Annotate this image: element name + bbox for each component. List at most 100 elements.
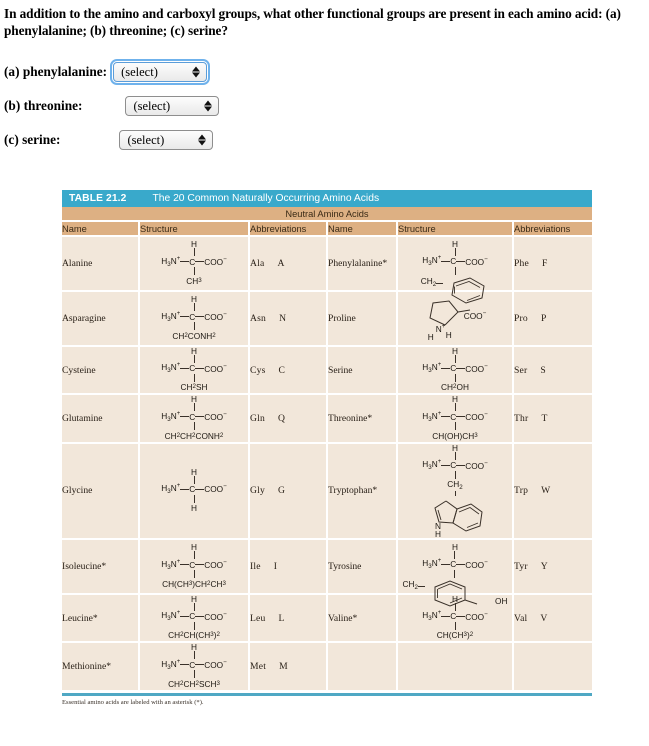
table-title-bar: TABLE 21.2 The 20 Common Naturally Occur… — [62, 190, 592, 207]
cell-abbreviations: Thr T — [514, 395, 592, 444]
cell-name: Phenylalanine* — [328, 237, 398, 292]
structure-serine: H H3N+ C COO− CH 2 OH — [422, 346, 488, 393]
answer-label-a: (a) phenylalanine: — [4, 64, 108, 79]
cell-abbreviations: Trp W — [514, 443, 592, 540]
select-spinner-icon-c — [198, 134, 207, 146]
structure-valine: H H3N+ C COO− CH(CH 3) 2 — [422, 593, 488, 641]
table-row: Asparagine H H3N+ C COO− CH 2 CONH 2 Asn N Proline C… — [62, 292, 592, 347]
cell-name: Glycine — [62, 443, 140, 540]
structure-threonine: H H3N+ C COO− CH(OH)CH 3 — [422, 394, 488, 441]
structure-proline: COO− N+ H H — [424, 299, 486, 341]
select-value-b: (select) — [133, 98, 171, 113]
table-body: Name Structure Abbreviations Name Struct… — [62, 222, 592, 692]
select-wrap-c: (select) — [119, 130, 214, 150]
structure-leucine: H H3N+ C COO− CH 2 CH(CH 3) 2 — [161, 593, 227, 641]
table-header-row: Name Structure Abbreviations Name Struct… — [62, 222, 592, 237]
structure-isoleucine: H H3N+ C COO− CH(CH 3)CH 2 CH 3 — [161, 542, 227, 589]
table-row: Glycine H H3N+ C COO− H Gly G Tryptophan* H H3N+ C C… — [62, 444, 592, 540]
select-phenylalanine[interactable]: (select) — [110, 59, 211, 85]
structure-methionine: H H3N+ C COO− CH 2 CH 2 SCH 3 — [161, 642, 227, 689]
table-caption: The 20 Common Naturally Occurring Amino … — [152, 193, 380, 204]
structure-alanine: H H3N+ C COO− CH 3 — [161, 239, 227, 286]
cell-structure: H H3N+ C COO− CH2 N H — [398, 444, 514, 540]
amino-acid-table: TABLE 21.2 The 20 Common Naturally Occur… — [62, 190, 592, 706]
structure-cysteine: H H3N+ C COO− CH 2 SH — [161, 346, 227, 393]
cell-name: Cysteine — [62, 347, 140, 396]
cell-structure: H H3N+ C COO− CH(OH)CH 3 — [398, 394, 514, 444]
cell-abbreviations: Gln Q — [250, 395, 328, 444]
table-rows: Alanine H H3N+ C COO− CH 3 Ala A Phenylalanine* H H… — [62, 237, 592, 692]
structure-glycine: H H3N+ C COO− H — [161, 466, 227, 513]
cell-abbreviations: Leu L — [250, 594, 328, 644]
answer-row-a: (a) phenylalanine: (select) — [0, 55, 649, 89]
cell-name: Glutamine — [62, 395, 140, 444]
cell-name: Alanine — [62, 237, 140, 292]
structure-glutamine: H H3N+ C COO− CH 2 CH 2 CONH 2 — [161, 394, 227, 441]
select-threonine[interactable]: (select) — [125, 96, 220, 116]
col-header-name-2: Name — [328, 222, 398, 237]
structure-tyrosine: H H3N+ C COO− CH2 OH — [402, 541, 508, 607]
cell-structure: COO− N+ H H — [398, 292, 514, 347]
table-row: Alanine H H3N+ C COO− CH 3 Ala A Phenylalanine* H H… — [62, 237, 592, 304]
cell-abbreviations: Ala A — [250, 237, 328, 292]
cell-name: Tryptophan* — [328, 443, 398, 540]
table-footnote: Essential amino acids are labeled with a… — [62, 698, 204, 706]
cell-structure: H H3N+ C COO− CH 2 SH — [140, 346, 250, 396]
cell-name: Threonine* — [328, 395, 398, 444]
cell-name: Asparagine — [62, 292, 140, 347]
structure-asparagine: H H3N+ C COO− CH 2 CONH 2 — [161, 294, 227, 341]
col-header-name-1: Name — [62, 222, 140, 237]
cell-name: Isoleucine* — [62, 539, 140, 595]
table-number: TABLE 21.2 — [69, 193, 127, 204]
select-serine[interactable]: (select) — [119, 130, 214, 150]
cell-abbreviations: Ser S — [514, 347, 592, 396]
cell-structure: H H3N+ C COO− CH 2 CONH 2 — [140, 292, 250, 347]
cell-abbreviations: Pro P — [514, 292, 592, 347]
table-row: Isoleucine* H H3N+ C COO− CH(CH 3)CH 2 CH 3 Ile I Ty… — [62, 539, 592, 607]
col-header-structure-1: Structure — [140, 222, 250, 237]
question-text: In addition to the amino and carboxyl gr… — [4, 6, 621, 38]
cell-name — [328, 643, 398, 692]
cell-structure: H H3N+ C COO− CH2 — [398, 237, 514, 304]
cell-structure — [398, 643, 514, 692]
cell-abbreviations: Phe F — [514, 237, 592, 292]
col-header-abbrev-1: Abbreviations — [250, 222, 328, 237]
cell-abbreviations: Ile I — [250, 539, 328, 595]
cell-structure: H H3N+ C COO− H — [140, 443, 250, 540]
structure-tryptophan: H H3N+ C COO− CH2 N H — [422, 442, 488, 539]
cell-abbreviations: Cys C — [250, 347, 328, 396]
structure-phenylalanine: H H3N+ C COO− CH2 — [421, 240, 489, 304]
select-value-c: (select) — [127, 132, 165, 147]
answer-label-b: (b) threonine: — [4, 98, 83, 113]
col-header-abbrev-2: Abbreviations — [514, 222, 592, 237]
cell-abbreviations: Asn N — [250, 292, 328, 347]
table-row: Cysteine H H3N+ C COO− CH 2 SH Cys C Serine H H3N+ C C… — [62, 346, 592, 396]
cell-structure: H H3N+ C COO− CH 2 CH 2 SCH 3 — [140, 642, 250, 692]
cell-abbreviations: Tyr Y — [514, 539, 592, 595]
select-wrap-a: (select) — [110, 59, 211, 85]
cell-structure: HH3N+CCOO−CH2OH — [398, 346, 514, 396]
cell-abbreviations: Met M — [250, 643, 328, 692]
select-value-a: (select) — [121, 64, 158, 79]
cell-abbreviations: Val V — [514, 594, 592, 644]
cell-name: Tyrosine — [328, 539, 398, 595]
col-header-structure-2: Structure — [398, 222, 514, 237]
answer-list: (a) phenylalanine: (select) (b) threonin… — [0, 55, 649, 157]
cell-name: Leucine* — [62, 594, 140, 644]
table-row: Methionine* H H3N+ C COO− CH 2 CH 2 SCH 3 Met M — [62, 642, 592, 692]
answer-label-c: (c) serine: — [4, 132, 61, 147]
cell-structure: H H3N+ C COO− CH 2 CH(CH 3) 2 — [140, 593, 250, 644]
cell-abbreviations: Gly G — [250, 443, 328, 540]
select-wrap-b: (select) — [125, 96, 220, 116]
indole-ring-icon — [434, 500, 483, 532]
cell-name: Valine* — [328, 594, 398, 644]
cell-structure: H H3N+ C COO− CH 2 CH 2 CONH 2 — [140, 394, 250, 444]
answer-row-c: (c) serine: (select) — [0, 123, 649, 157]
select-spinner-icon-a — [192, 66, 201, 78]
cell-structure: H H3N+ C COO− CH 3 — [140, 237, 250, 292]
cell-structure: HH3N+CCOO−CH2OH — [398, 539, 514, 607]
cell-name: Serine — [328, 347, 398, 396]
cell-name: Methionine* — [62, 643, 140, 692]
cell-abbreviations — [514, 643, 592, 692]
answer-row-b: (b) threonine: (select) — [0, 89, 649, 123]
